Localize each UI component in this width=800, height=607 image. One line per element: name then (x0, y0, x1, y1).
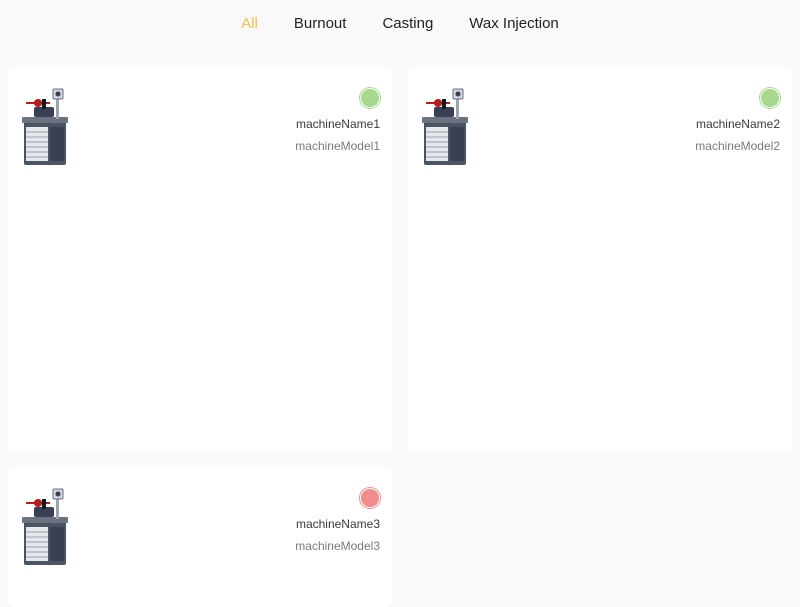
machine-model: machineModel1 (295, 139, 380, 153)
status-indicator (360, 488, 380, 508)
machine-model: machineModel3 (295, 539, 380, 553)
tab-burnout[interactable]: Burnout (294, 14, 347, 34)
machine-model: machineModel2 (695, 139, 780, 153)
machine-name: machineName3 (295, 517, 380, 531)
machine-name: machineName2 (695, 117, 780, 131)
machine-card[interactable]: machineName1 machineModel1 (8, 67, 392, 451)
status-indicator (360, 88, 380, 108)
machine-name: machineName1 (295, 117, 380, 131)
machine-card[interactable]: machineName3 machineModel3 (8, 467, 392, 607)
category-tabs: All Burnout Casting Wax Injection (0, 0, 800, 48)
casting-machine-icon (22, 488, 68, 565)
status-indicator (760, 88, 780, 108)
tab-casting[interactable]: Casting (382, 14, 433, 34)
tab-wax-injection[interactable]: Wax Injection (469, 14, 558, 34)
machine-card[interactable]: machineName2 machineModel2 (408, 67, 792, 451)
casting-machine-icon (22, 88, 68, 165)
casting-machine-icon (422, 88, 468, 165)
tab-all[interactable]: All (241, 14, 258, 34)
